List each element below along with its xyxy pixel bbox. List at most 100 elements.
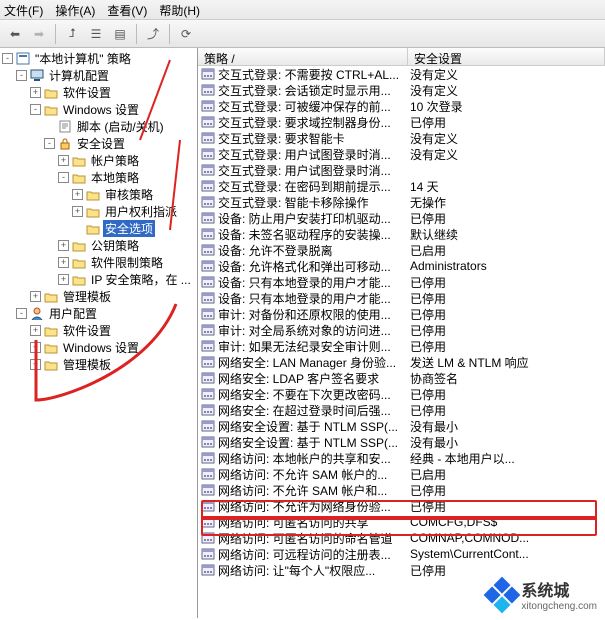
tree-expander-icon[interactable]: + [58,274,69,285]
policy-row[interactable]: 交互式登录: 用户试图登录时消...没有定义 [198,146,605,162]
menu-file[interactable]: 文件(F) [4,2,43,17]
tree-expander-icon[interactable]: + [58,257,69,268]
tree-node[interactable]: + 管理模板 [2,288,197,305]
policy-row[interactable]: 网络访问: 可匿名访问的共享COMCFG,DFS$ [198,514,605,530]
policy-row[interactable]: 设备: 只有本地登录的用户才能...已停用 [198,274,605,290]
policy-row[interactable]: 交互式登录: 会话锁定时显示用...没有定义 [198,82,605,98]
tree-expander-icon[interactable]: - [58,172,69,183]
menu-help[interactable]: 帮助(H) [159,2,200,17]
tree-expander-icon[interactable]: + [30,325,41,336]
tree-expander-icon[interactable]: - [44,138,55,149]
tree-node[interactable]: -安全设置 [2,135,197,152]
tree-node[interactable]: 脚本 (启动/关机) [2,118,197,135]
policy-row[interactable]: 网络访问: 不允许为网络身份验...已停用 [198,498,605,514]
policy-setting: 已停用 [408,402,605,419]
policy-row[interactable]: 交互式登录: 用户试图登录时消... [198,162,605,178]
policy-icon [200,212,215,225]
policy-row[interactable]: 审计: 对备份和还原权限的使用...已停用 [198,306,605,322]
policy-name: 交互式登录: 会话锁定时显示用... [218,82,391,99]
user-icon [29,307,44,320]
policy-row[interactable]: 审计: 对全局系统对象的访问进...已停用 [198,322,605,338]
refresh-icon[interactable]: ⟳ [175,23,197,45]
tree-node[interactable]: +管理模板 [2,356,197,373]
policy-row[interactable]: 网络访问: 不允许 SAM 帐户的...已启用 [198,466,605,482]
column-policy[interactable]: 策略 / [198,48,408,65]
tree-node[interactable]: +Windows 设置 [2,339,197,356]
tree-expander-icon[interactable]: + [30,342,41,353]
policy-row[interactable]: 交互式登录: 要求智能卡没有定义 [198,130,605,146]
tree-expander-icon[interactable]: - [16,70,27,81]
tree-expander-icon[interactable]: + [58,240,69,251]
tree-node[interactable]: -计算机配置 [2,67,197,84]
tree-expander-icon[interactable]: + [58,155,69,166]
tree-label: 安全选项 [103,220,155,237]
menu-view[interactable]: 查看(V) [107,2,147,17]
policy-name: 交互式登录: 用户试图登录时消... [218,162,391,179]
policy-row[interactable]: 设备: 防止用户安装打印机驱动...已停用 [198,210,605,226]
policy-row[interactable]: 网络安全: LDAP 客户签名要求协商签名 [198,370,605,386]
tree-expander-icon[interactable]: + [72,189,83,200]
tree-node[interactable]: +帐户策略 [2,152,197,169]
policy-icon [200,180,215,193]
policy-row[interactable]: 审计: 如果无法纪录安全审计则...已停用 [198,338,605,354]
policy-row[interactable]: 网络安全: LAN Manager 身份验...发送 LM & NTLM 响应 [198,354,605,370]
back-icon[interactable]: ⬅ [4,23,26,45]
list-rows[interactable]: 交互式登录: 不需要按 CTRL+AL...没有定义交互式登录: 会话锁定时显示… [198,66,605,616]
up-icon[interactable]: ⮥ [61,23,83,45]
tree-node[interactable]: +用户权利指派 [2,203,197,220]
policy-icon [15,52,30,65]
tree-label: 管理模板 [61,288,113,305]
properties-icon[interactable]: ▤ [109,23,131,45]
policy-row[interactable]: 设备: 未签名驱动程序的安装操...默认继续 [198,226,605,242]
tree-expander-icon[interactable]: + [30,291,41,302]
column-setting[interactable]: 安全设置 [408,48,605,65]
watermark-url: xitongcheng.com [521,601,597,612]
export-icon[interactable]: ⤴ [142,23,164,45]
policy-name: 设备: 只有本地登录的用户才能... [218,274,391,291]
menu-action[interactable]: 操作(A) [55,2,95,17]
tree-node[interactable]: +软件设置 [2,322,197,339]
policy-row[interactable]: 设备: 允许格式化和弹出可移动...Administrators [198,258,605,274]
tree-node[interactable]: 安全选项 [2,220,197,237]
policy-row[interactable]: 网络安全设置: 基于 NTLM SSP(...没有最小 [198,418,605,434]
policy-row[interactable]: 交互式登录: 要求域控制器身份...已停用 [198,114,605,130]
policy-row[interactable]: 网络访问: 本地帐户的共享和安...经典 - 本地用户以... [198,450,605,466]
policy-row[interactable]: 网络安全设置: 基于 NTLM SSP(...没有最小 [198,434,605,450]
tree-node[interactable]: +公钥策略 [2,237,197,254]
tree-panel[interactable]: -"本地计算机" 策略-计算机配置 + 软件设置-Windows 设置脚本 (启动/… [0,48,198,618]
policy-name: 网络安全设置: 基于 NTLM SSP(... [218,434,398,451]
policy-row[interactable]: 网络安全: 在超过登录时间后强...已停用 [198,402,605,418]
tree-expander-icon[interactable]: + [72,206,83,217]
forward-icon[interactable]: ➡ [28,23,50,45]
policy-row[interactable]: 网络访问: 可远程访问的注册表...System\CurrentCont... [198,546,605,562]
folder-icon [43,324,58,337]
policy-row[interactable]: 网络安全: 不要在下次更改密码...已停用 [198,386,605,402]
tree-expander-icon[interactable]: + [30,359,41,370]
policy-row[interactable]: 交互式登录: 可被缓冲保存的前...10 次登录 [198,98,605,114]
tree-node[interactable]: +审核策略 [2,186,197,203]
policy-icon [200,532,215,545]
policy-row[interactable]: 网络访问: 不允许 SAM 帐户和...已停用 [198,482,605,498]
policy-row[interactable]: 交互式登录: 不需要按 CTRL+AL...没有定义 [198,66,605,82]
tree-expander-icon[interactable]: + [30,87,41,98]
policy-row[interactable]: 交互式登录: 智能卡移除操作无操作 [198,194,605,210]
tree-node[interactable]: +IP 安全策略，在 ... [2,271,197,288]
policy-icon [200,452,215,465]
tree-node[interactable]: + 软件设置 [2,84,197,101]
policy-row[interactable]: 网络访问: 可匿名访问的命名管道COMNAP,COMNOD... [198,530,605,546]
tree-expander-icon[interactable]: - [16,308,27,319]
tree-node[interactable]: -Windows 设置 [2,101,197,118]
tree-node[interactable]: -本地策略 [2,169,197,186]
policy-setting: 已停用 [408,322,605,339]
tree-node[interactable]: +软件限制策略 [2,254,197,271]
tree-expander-icon[interactable]: - [30,104,41,115]
policy-row[interactable]: 设备: 只有本地登录的用户才能...已停用 [198,290,605,306]
tree-node[interactable]: -"本地计算机" 策略 [2,50,197,67]
tree-node[interactable]: -用户配置 [2,305,197,322]
tree-expander-icon[interactable]: - [2,53,13,64]
policy-row[interactable]: 交互式登录: 在密码到期前提示...14 天 [198,178,605,194]
show-hide-tree-icon[interactable]: ☰ [85,23,107,45]
tree-label: 软件设置 [61,84,113,101]
policy-row[interactable]: 设备: 允许不登录脱离已启用 [198,242,605,258]
policy-name: 交互式登录: 可被缓冲保存的前... [218,98,391,115]
